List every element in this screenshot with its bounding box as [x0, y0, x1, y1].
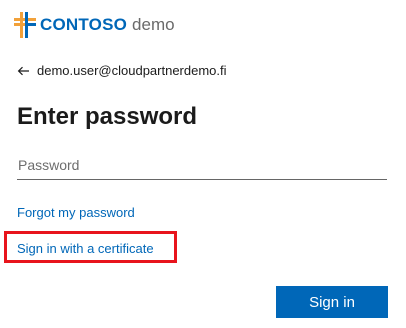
certificate-sign-in-link[interactable]: Sign in with a certificate	[17, 241, 154, 256]
password-input[interactable]	[17, 150, 387, 180]
contoso-logo: CONTOSO demo	[14, 10, 175, 40]
forgot-password-link[interactable]: Forgot my password	[17, 205, 135, 220]
sign-in-button[interactable]: Sign in	[276, 286, 388, 318]
page-title: Enter password	[17, 103, 198, 130]
contoso-logo-icon	[14, 12, 36, 38]
brand-name: CONTOSO	[40, 15, 128, 34]
account-email: demo.user@cloudpartnerdemo.fi	[37, 63, 227, 78]
account-identity[interactable]: demo.user@cloudpartnerdemo.fi	[17, 63, 227, 78]
back-arrow-icon[interactable]	[17, 66, 30, 76]
brand-suffix: demo	[132, 15, 175, 34]
sign-in-page: CONTOSO demo demo.user@cloudpartnerdemo.…	[0, 0, 406, 328]
